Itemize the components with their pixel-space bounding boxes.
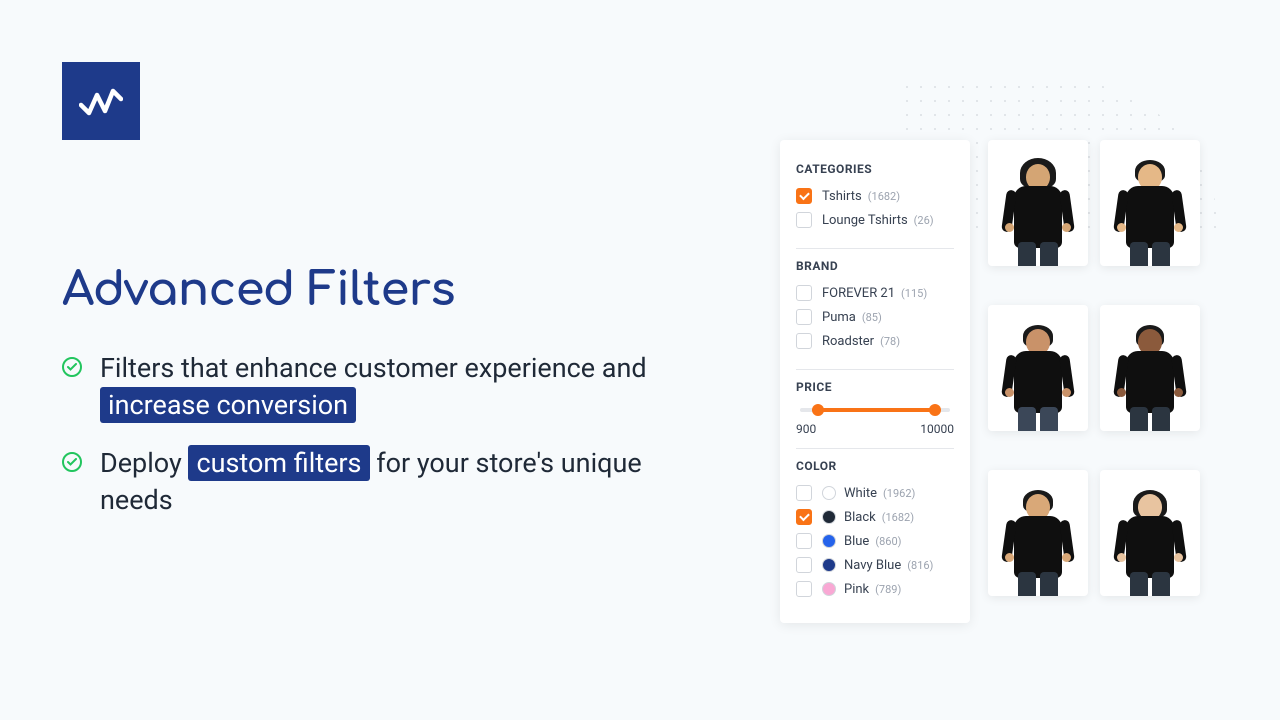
filter-label: Lounge Tshirts	[822, 213, 908, 228]
filter-count: (1962)	[883, 487, 915, 500]
check-icon	[62, 452, 82, 472]
bullet-text: Filters that enhance customer experience…	[100, 350, 682, 425]
filter-item[interactable]: Puma (85)	[796, 309, 954, 325]
product-card[interactable]	[1100, 305, 1200, 431]
filter-item[interactable]: White (1962)	[796, 485, 954, 501]
filter-item[interactable]: Roadster (78)	[796, 333, 954, 349]
highlight: custom filters	[188, 445, 369, 481]
checkbox[interactable]	[796, 333, 812, 349]
product-card[interactable]	[1100, 140, 1200, 266]
product-card[interactable]	[988, 470, 1088, 596]
brand-logo	[62, 62, 140, 140]
price-max: 10000	[920, 422, 954, 436]
product-grid	[988, 140, 1200, 623]
filter-label: Pink	[844, 582, 869, 597]
bullet-text: Deploy custom filters for your store's u…	[100, 445, 682, 520]
filter-item[interactable]: Navy Blue (816)	[796, 557, 954, 573]
filter-item[interactable]: Tshirts (1682)	[796, 188, 954, 204]
section-title: BRAND	[796, 259, 954, 273]
checkbox[interactable]	[796, 485, 812, 501]
price-slider[interactable]	[800, 408, 950, 412]
checkbox[interactable]	[796, 509, 812, 525]
filter-count: (1682)	[882, 511, 914, 524]
highlight: increase conversion	[100, 387, 356, 423]
filter-label: FOREVER 21	[822, 286, 895, 301]
main-content: Advanced Filters Filters that enhance cu…	[62, 264, 682, 539]
filter-item[interactable]: Black (1682)	[796, 509, 954, 525]
filter-count: (26)	[914, 214, 934, 227]
check-icon	[62, 357, 82, 377]
bullet-row: Filters that enhance customer experience…	[62, 350, 682, 425]
filter-section-categories: CATEGORIES Tshirts (1682) Lounge Tshirts (2…	[796, 162, 954, 249]
product-card[interactable]	[1100, 470, 1200, 596]
checkbox[interactable]	[796, 285, 812, 301]
checkbox[interactable]	[796, 533, 812, 549]
filter-label: White	[844, 486, 877, 501]
filter-label: Navy Blue	[844, 558, 901, 573]
filter-label: Tshirts	[822, 189, 862, 204]
filter-item[interactable]: Pink (789)	[796, 581, 954, 597]
product-card[interactable]	[988, 305, 1088, 431]
filter-item[interactable]: Blue (860)	[796, 533, 954, 549]
filter-count: (78)	[880, 335, 900, 348]
slider-thumb-min[interactable]	[812, 404, 824, 416]
slider-thumb-max[interactable]	[929, 404, 941, 416]
color-swatch	[822, 510, 836, 524]
filter-label: Blue	[844, 534, 869, 549]
filter-label: Puma	[822, 310, 856, 325]
product-card[interactable]	[988, 140, 1088, 266]
filter-section-brand: BRAND FOREVER 21 (115) Puma (85) Roadster (78…	[796, 259, 954, 370]
checkbox[interactable]	[796, 309, 812, 325]
checkbox[interactable]	[796, 557, 812, 573]
checkbox[interactable]	[796, 581, 812, 597]
price-min: 900	[796, 422, 816, 436]
section-title: CATEGORIES	[796, 162, 954, 176]
logo-icon	[79, 85, 123, 117]
checkbox[interactable]	[796, 188, 812, 204]
filter-count: (789)	[875, 583, 901, 596]
filter-count: (85)	[862, 311, 882, 324]
filter-item[interactable]: FOREVER 21 (115)	[796, 285, 954, 301]
color-swatch	[822, 486, 836, 500]
checkbox[interactable]	[796, 212, 812, 228]
filter-count: (115)	[901, 287, 927, 300]
filter-panel: CATEGORIES Tshirts (1682) Lounge Tshirts (2…	[780, 140, 970, 623]
filter-label: Black	[844, 510, 876, 525]
color-swatch	[822, 558, 836, 572]
preview-panel: CATEGORIES Tshirts (1682) Lounge Tshirts (2…	[780, 140, 1200, 623]
filter-count: (1682)	[868, 190, 900, 203]
bullet-row: Deploy custom filters for your store's u…	[62, 445, 682, 520]
page-title: Advanced Filters	[62, 264, 682, 316]
filter-label: Roadster	[822, 334, 874, 349]
color-swatch	[822, 534, 836, 548]
filter-section-color: COLOR White (1962) Black (1682) Blue (860) Nav…	[796, 459, 954, 597]
filter-count: (860)	[875, 535, 901, 548]
section-title: COLOR	[796, 459, 954, 473]
filter-count: (816)	[907, 559, 933, 572]
filter-section-price: PRICE 900 10000	[796, 380, 954, 449]
filter-item[interactable]: Lounge Tshirts (26)	[796, 212, 954, 228]
section-title: PRICE	[796, 380, 954, 394]
color-swatch	[822, 582, 836, 596]
